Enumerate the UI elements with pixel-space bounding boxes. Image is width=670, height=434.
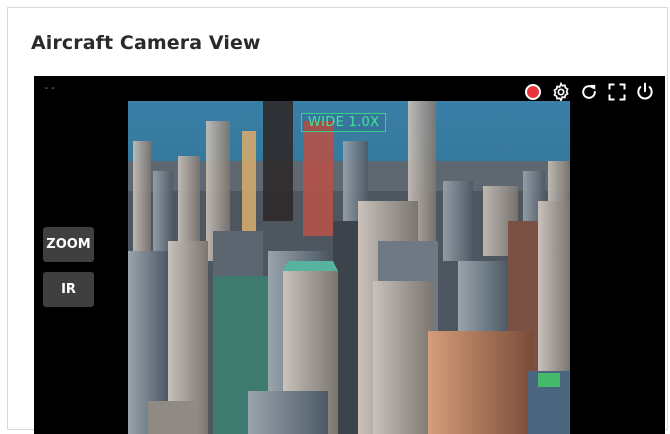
- zoom-button[interactable]: ZOOM: [43, 227, 94, 262]
- refresh-button[interactable]: [579, 82, 599, 102]
- fullscreen-icon: [608, 83, 626, 101]
- record-button[interactable]: [523, 82, 543, 102]
- camera-feed[interactable]: WIDE 1.0X: [128, 101, 570, 434]
- status-text: --: [43, 81, 57, 94]
- camera-viewer: -- ZOOM IR WIDE 1.0X: [34, 76, 665, 434]
- gear-icon: [553, 82, 569, 102]
- card-title: Aircraft Camera View: [31, 32, 261, 54]
- ir-button[interactable]: IR: [43, 272, 94, 307]
- power-button[interactable]: [635, 82, 655, 102]
- city-aerial-image: [128, 101, 570, 434]
- power-icon: [637, 82, 653, 100]
- side-controls: ZOOM IR: [43, 227, 94, 307]
- record-icon: [525, 84, 541, 100]
- fullscreen-button[interactable]: [607, 82, 627, 102]
- camera-card: Aircraft Camera View -- ZOOM IR WIDE 1.0…: [7, 7, 668, 434]
- zoom-level-label: WIDE 1.0X: [301, 113, 387, 132]
- refresh-icon: [582, 84, 596, 99]
- settings-button[interactable]: [551, 82, 571, 102]
